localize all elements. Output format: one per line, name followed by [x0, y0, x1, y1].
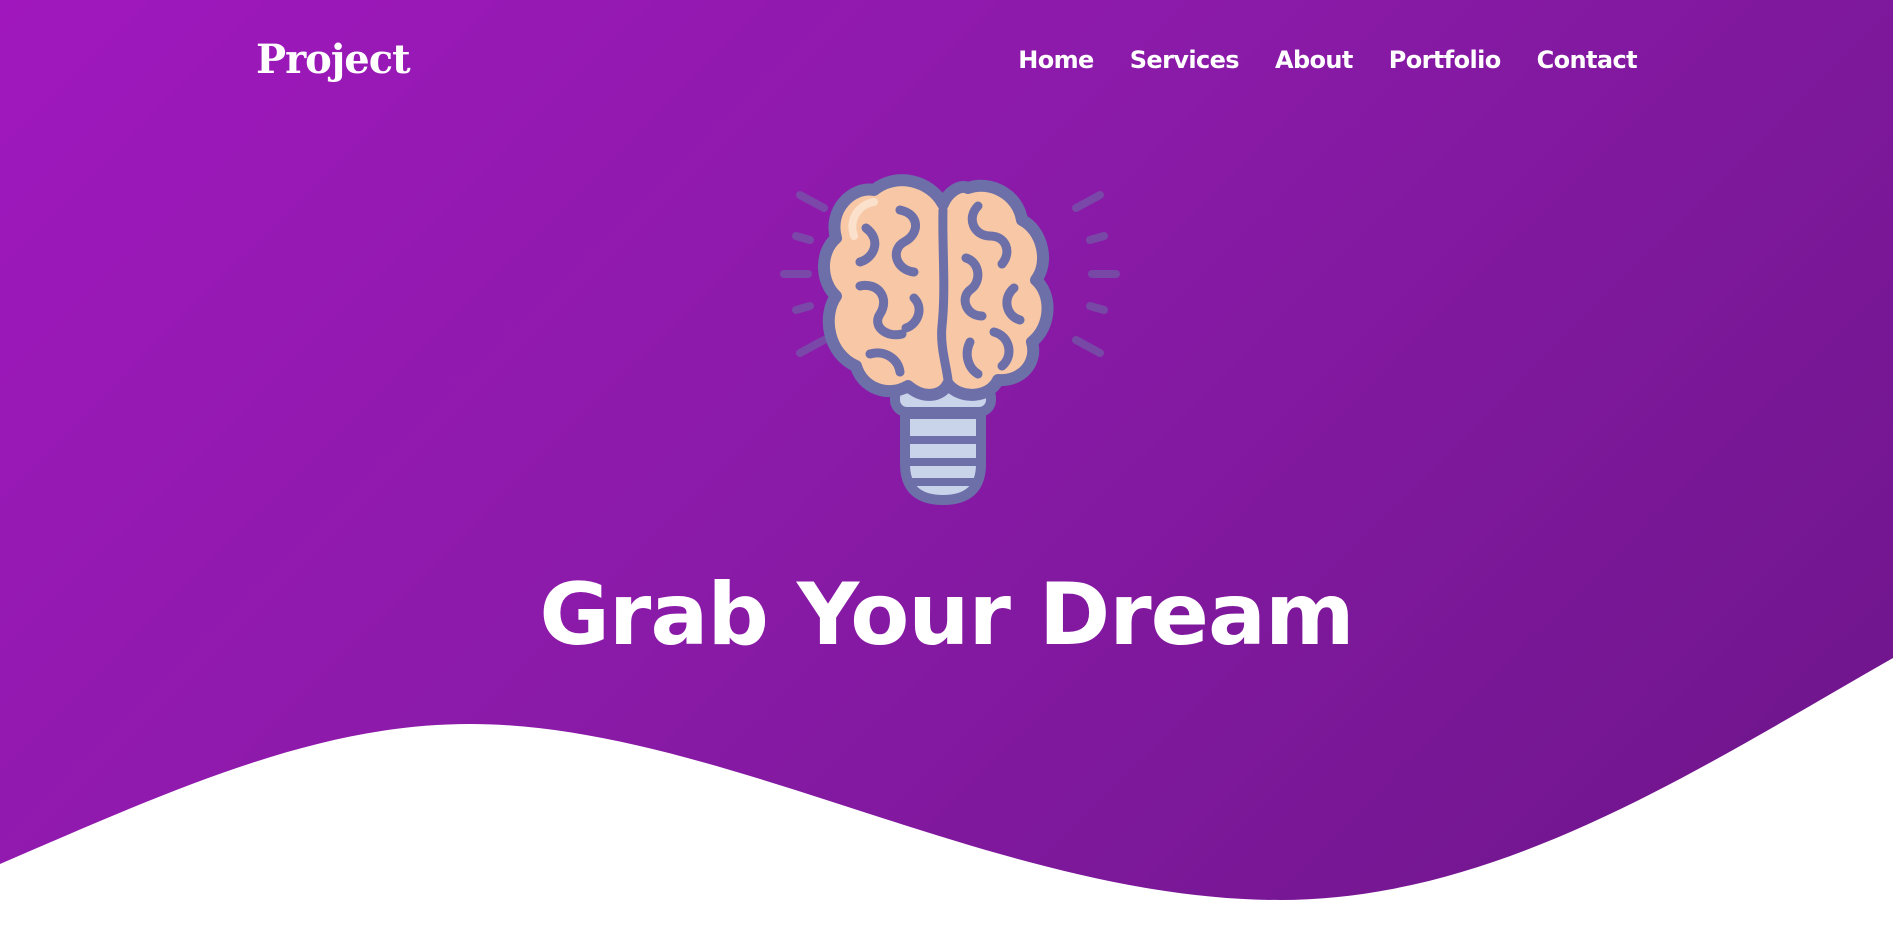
nav-menu: Home Services About Portfolio Contact: [1018, 40, 1637, 80]
nav-item-about: About: [1275, 40, 1353, 80]
nav-link-services[interactable]: Services: [1130, 40, 1240, 80]
nav-link-home[interactable]: Home: [1018, 40, 1094, 80]
nav-link-about[interactable]: About: [1275, 40, 1353, 80]
hero-headline: Grab Your Dream: [539, 565, 1354, 665]
nav-item-contact: Contact: [1537, 40, 1638, 80]
logo[interactable]: Project: [256, 34, 411, 86]
brain-lightbulb-icon: [780, 174, 1120, 506]
nav-item-services: Services: [1130, 40, 1240, 80]
nav-link-portfolio[interactable]: Portfolio: [1389, 40, 1501, 80]
hero-section: Project Home Services About Portfolio Co…: [0, 0, 1893, 927]
top-navbar: Project Home Services About Portfolio Co…: [0, 0, 1893, 120]
nav-item-portfolio: Portfolio: [1389, 40, 1501, 80]
nav-item-home: Home: [1018, 40, 1094, 80]
nav-link-contact[interactable]: Contact: [1537, 40, 1638, 80]
